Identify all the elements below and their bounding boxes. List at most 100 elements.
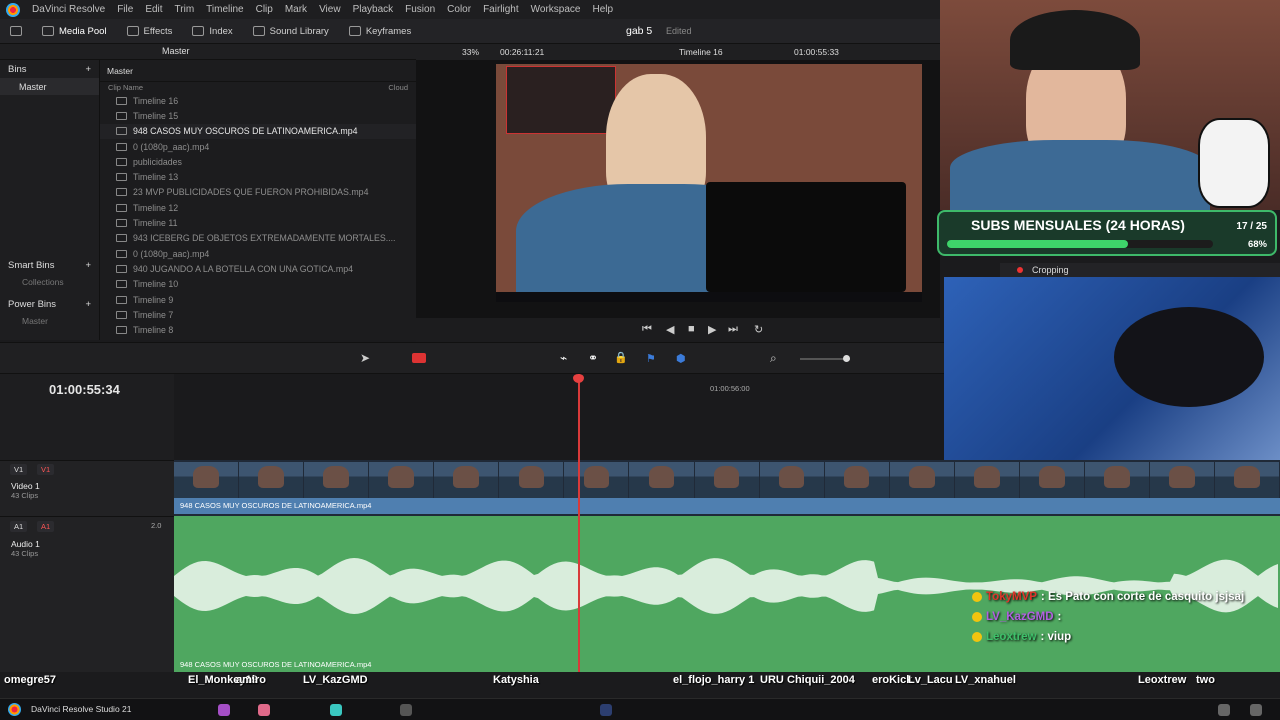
play-icon[interactable]: ▶ <box>708 323 716 336</box>
timeline-selector[interactable]: Timeline 16 <box>679 47 723 57</box>
clip-name-column[interactable]: Clip Name <box>108 83 143 93</box>
video-thumbnail <box>434 462 499 498</box>
zoom-slider-handle[interactable] <box>843 355 850 362</box>
clip-row[interactable]: 0 (1080p_aac).mp4 <box>100 246 416 261</box>
clip-row[interactable]: Timeline 13 <box>100 169 416 184</box>
tab-media-pool-label: Media Pool <box>59 25 107 37</box>
clip-name: publicidades <box>133 156 182 167</box>
menu-color[interactable]: Color <box>441 4 477 15</box>
toolbar: Media Pool Effects Index Sound Library K… <box>0 19 940 44</box>
clip-icon <box>116 188 127 197</box>
zoom-icon[interactable]: ⌕ <box>770 351 777 366</box>
menu-view[interactable]: View <box>313 4 347 15</box>
video-thumbnail <box>1149 462 1214 498</box>
tab-keyframes[interactable]: Keyframes <box>339 26 421 37</box>
transport-controls: ⏮ ◀ ■ ▶ ⏭ ↻ <box>416 318 940 342</box>
chat-overlay: TokyMVP: Es Pato con corte de casquito j… <box>972 587 1272 673</box>
v1-source-button[interactable]: V1 <box>37 464 55 475</box>
video-thumbnail <box>824 462 889 498</box>
menu-fusion[interactable]: Fusion <box>399 4 441 15</box>
menu-trim[interactable]: Trim <box>169 4 201 15</box>
tab-sound-library[interactable]: Sound Library <box>243 26 339 37</box>
emote-icon[interactable] <box>218 704 230 716</box>
clip-row[interactable]: Timeline 12 <box>100 200 416 215</box>
stop-icon[interactable]: ■ <box>688 323 695 335</box>
clip-icon <box>116 142 127 151</box>
marker-icon[interactable]: ⬢ <box>676 352 686 365</box>
menu-workspace[interactable]: Workspace <box>525 4 587 15</box>
skip-end-icon[interactable]: ⏭ <box>728 323 738 336</box>
effects-icon <box>126 26 139 36</box>
play-reverse-icon[interactable]: ◀ <box>666 323 674 336</box>
tv-screen <box>706 182 906 292</box>
tab-index[interactable]: Index <box>182 26 242 37</box>
a1-dest-button[interactable]: A1 <box>10 521 28 532</box>
flag-icon[interactable]: ⚑ <box>646 352 656 365</box>
menu-fairlight[interactable]: Fairlight <box>477 4 525 15</box>
menu-edit[interactable]: Edit <box>139 4 168 15</box>
clip-row[interactable]: Timeline 10 <box>100 277 416 292</box>
streamer-shirt <box>950 140 1210 210</box>
video-clip-label: 948 CASOS MUY OSCUROS DE LATINOAMERICA.m… <box>174 498 1280 514</box>
clip-row[interactable]: 948 CASOS MUY OSCUROS DE LATINOAMERICA.m… <box>100 123 416 139</box>
skip-start-icon[interactable]: ⏮ <box>642 323 652 336</box>
resolve-taskbar-icon[interactable] <box>8 703 21 716</box>
clip-row[interactable]: 943 ICEBERG DE OBJETOS EXTREMADAMENTE MO… <box>100 231 416 246</box>
clip-row[interactable]: Timeline 15 <box>100 108 416 123</box>
clip-row[interactable]: 940 JUGANDO A LA BOTELLA CON UNA GOTICA.… <box>100 261 416 276</box>
clip-list-header: Clip Name Cloud <box>100 83 416 93</box>
home-icon[interactable] <box>1218 704 1230 716</box>
video-thumbnail <box>1215 462 1280 498</box>
playhead[interactable] <box>578 374 580 690</box>
clip-row[interactable]: Timeline 8 <box>100 322 416 337</box>
menu-timeline[interactable]: Timeline <box>200 4 249 15</box>
emote-icon[interactable] <box>258 704 270 716</box>
selection-tool-icon[interactable]: ➤ <box>360 351 370 365</box>
tab-effects[interactable]: Effects <box>117 26 183 37</box>
video-thumbnail <box>499 462 564 498</box>
panel-toggle-button[interactable] <box>0 26 32 36</box>
edit-toolbar: ➤ ⌁ ⚭ 🔒 ⚑ ⬢ ⌕ <box>0 342 944 374</box>
menu-file[interactable]: File <box>111 4 139 15</box>
taskbar-app-label[interactable]: DaVinci Resolve Studio 21 <box>31 704 132 714</box>
add-smart-bin-icon[interactable]: + <box>85 260 91 271</box>
power-master-item[interactable]: Master <box>0 313 99 328</box>
video-thumbnail <box>304 462 369 498</box>
a1-source-button[interactable]: A1 <box>37 521 55 532</box>
video-track[interactable]: 948 CASOS MUY OSCUROS DE LATINOAMERICA.m… <box>174 460 1280 516</box>
v1-dest-button[interactable]: V1 <box>10 464 28 475</box>
smart-bins-header: Smart Bins + <box>0 256 99 274</box>
clip-row[interactable]: Timeline 9 <box>100 292 416 307</box>
blade-tool-icon[interactable] <box>412 353 426 363</box>
clip-row[interactable]: publicidades <box>100 154 416 169</box>
tab-media-pool[interactable]: Media Pool <box>32 26 117 37</box>
link-icon[interactable]: ⚭ <box>588 351 598 365</box>
menu-clip[interactable]: Clip <box>250 4 279 15</box>
clip-row[interactable]: 0 (1080p_aac).mp4 <box>100 139 416 154</box>
add-bin-icon[interactable]: + <box>85 64 91 75</box>
emote-icon[interactable] <box>330 704 342 716</box>
bin-master[interactable]: Master <box>0 78 99 95</box>
settings-icon[interactable] <box>1250 704 1262 716</box>
menu-mark[interactable]: Mark <box>279 4 313 15</box>
add-power-bin-icon[interactable]: + <box>85 299 91 310</box>
timeline-ruler[interactable]: 01:00:56:00 <box>174 374 944 460</box>
menu-help[interactable]: Help <box>586 4 619 15</box>
clip-row[interactable]: Timeline 7 <box>100 307 416 322</box>
clip-row[interactable]: 23 MVP PUBLICIDADES QUE FUERON PROHIBIDA… <box>100 185 416 200</box>
cloud-column[interactable]: Cloud <box>388 83 408 93</box>
app-icon[interactable] <box>400 704 412 716</box>
audio-track-clips: 43 Clips <box>11 549 39 558</box>
snapping-icon[interactable]: ⌁ <box>560 351 567 365</box>
video-thumbnail <box>694 462 759 498</box>
collections-item[interactable]: Collections <box>0 274 99 289</box>
viewer-name: LV_KazGMD <box>303 674 368 686</box>
resolve-window-icon[interactable] <box>600 704 612 716</box>
zoom-level[interactable]: 33% <box>462 47 479 57</box>
audio-track-header: A1 A1 2.0 Audio 1 43 Clips <box>0 516 174 672</box>
menu-playback[interactable]: Playback <box>347 4 400 15</box>
loop-icon[interactable]: ↻ <box>754 323 763 336</box>
lock-icon[interactable]: 🔒 <box>614 351 628 364</box>
clip-row[interactable]: Timeline 11 <box>100 215 416 230</box>
clip-row[interactable]: Timeline 16 <box>100 93 416 108</box>
